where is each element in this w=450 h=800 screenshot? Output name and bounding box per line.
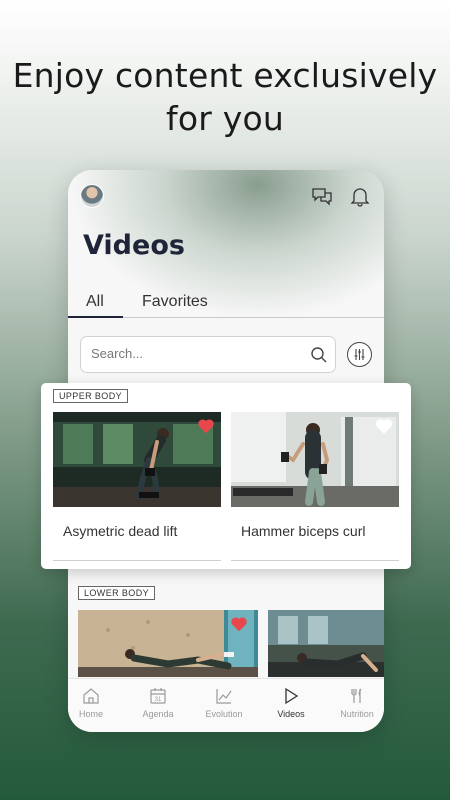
favorite-heart-outline-icon[interactable] <box>375 418 393 434</box>
nav-videos[interactable]: Videos <box>261 679 321 732</box>
svg-text:31: 31 <box>155 697 162 703</box>
bell-icon[interactable] <box>348 184 372 208</box>
video-thumbnail-deadlift[interactable] <box>53 412 221 507</box>
filter-button[interactable] <box>347 342 372 367</box>
chart-icon <box>216 689 232 704</box>
headline: Enjoy content exclusively for you <box>0 54 450 140</box>
bottom-nav: Home 31 Agenda Evolution Videos Nutritio… <box>68 678 384 732</box>
calendar-icon: 31 <box>150 688 166 704</box>
sliders-icon <box>354 349 365 360</box>
tab-favorites[interactable]: Favorites <box>142 293 208 311</box>
nav-label-agenda: Agenda <box>142 709 174 719</box>
favorite-heart-icon[interactable] <box>197 418 215 434</box>
nav-label-home: Home <box>78 709 103 719</box>
divider <box>53 560 221 561</box>
page-title: Videos <box>83 230 185 261</box>
headline-line-1: Enjoy content exclusively <box>12 56 438 95</box>
active-tab-indicator <box>68 316 123 318</box>
nav-label-evolution: Evolution <box>205 709 243 719</box>
nav-label-nutrition: Nutrition <box>340 709 374 719</box>
nav-nutrition[interactable]: Nutrition <box>327 679 384 732</box>
favorite-heart-icon[interactable] <box>230 616 248 632</box>
divider <box>231 560 399 561</box>
video-thumbnail-biceps-curl[interactable] <box>231 412 399 507</box>
search-box <box>80 336 336 373</box>
category-label-upper-body: UPPER BODY <box>53 389 129 403</box>
search-input[interactable] <box>91 346 291 361</box>
tab-bar: All Favorites <box>68 288 384 318</box>
video-title-biceps-curl[interactable]: Hammer biceps curl <box>241 523 365 539</box>
nav-evolution[interactable]: Evolution <box>194 679 254 732</box>
nav-agenda[interactable]: 31 Agenda <box>128 679 188 732</box>
home-icon <box>83 688 99 704</box>
search-icon[interactable] <box>309 345 329 365</box>
chat-icon[interactable] <box>310 184 334 208</box>
nav-label-videos: Videos <box>277 709 305 719</box>
nav-home[interactable]: Home <box>68 679 121 732</box>
tab-all[interactable]: All <box>86 293 104 311</box>
video-title-deadlift[interactable]: Asymetric dead lift <box>63 523 177 539</box>
play-icon <box>285 687 299 705</box>
cutlery-icon <box>351 688 362 703</box>
video-thumbnail-lower-2[interactable] <box>268 610 384 677</box>
category-label-lower-body: LOWER BODY <box>78 586 156 600</box>
avatar[interactable] <box>80 184 104 208</box>
featured-video-card: UPPER BODY Asymetric dead lift Hammer bi… <box>41 383 411 569</box>
headline-line-2: for you <box>166 99 284 138</box>
video-thumbnail-lower-1[interactable] <box>78 610 258 677</box>
